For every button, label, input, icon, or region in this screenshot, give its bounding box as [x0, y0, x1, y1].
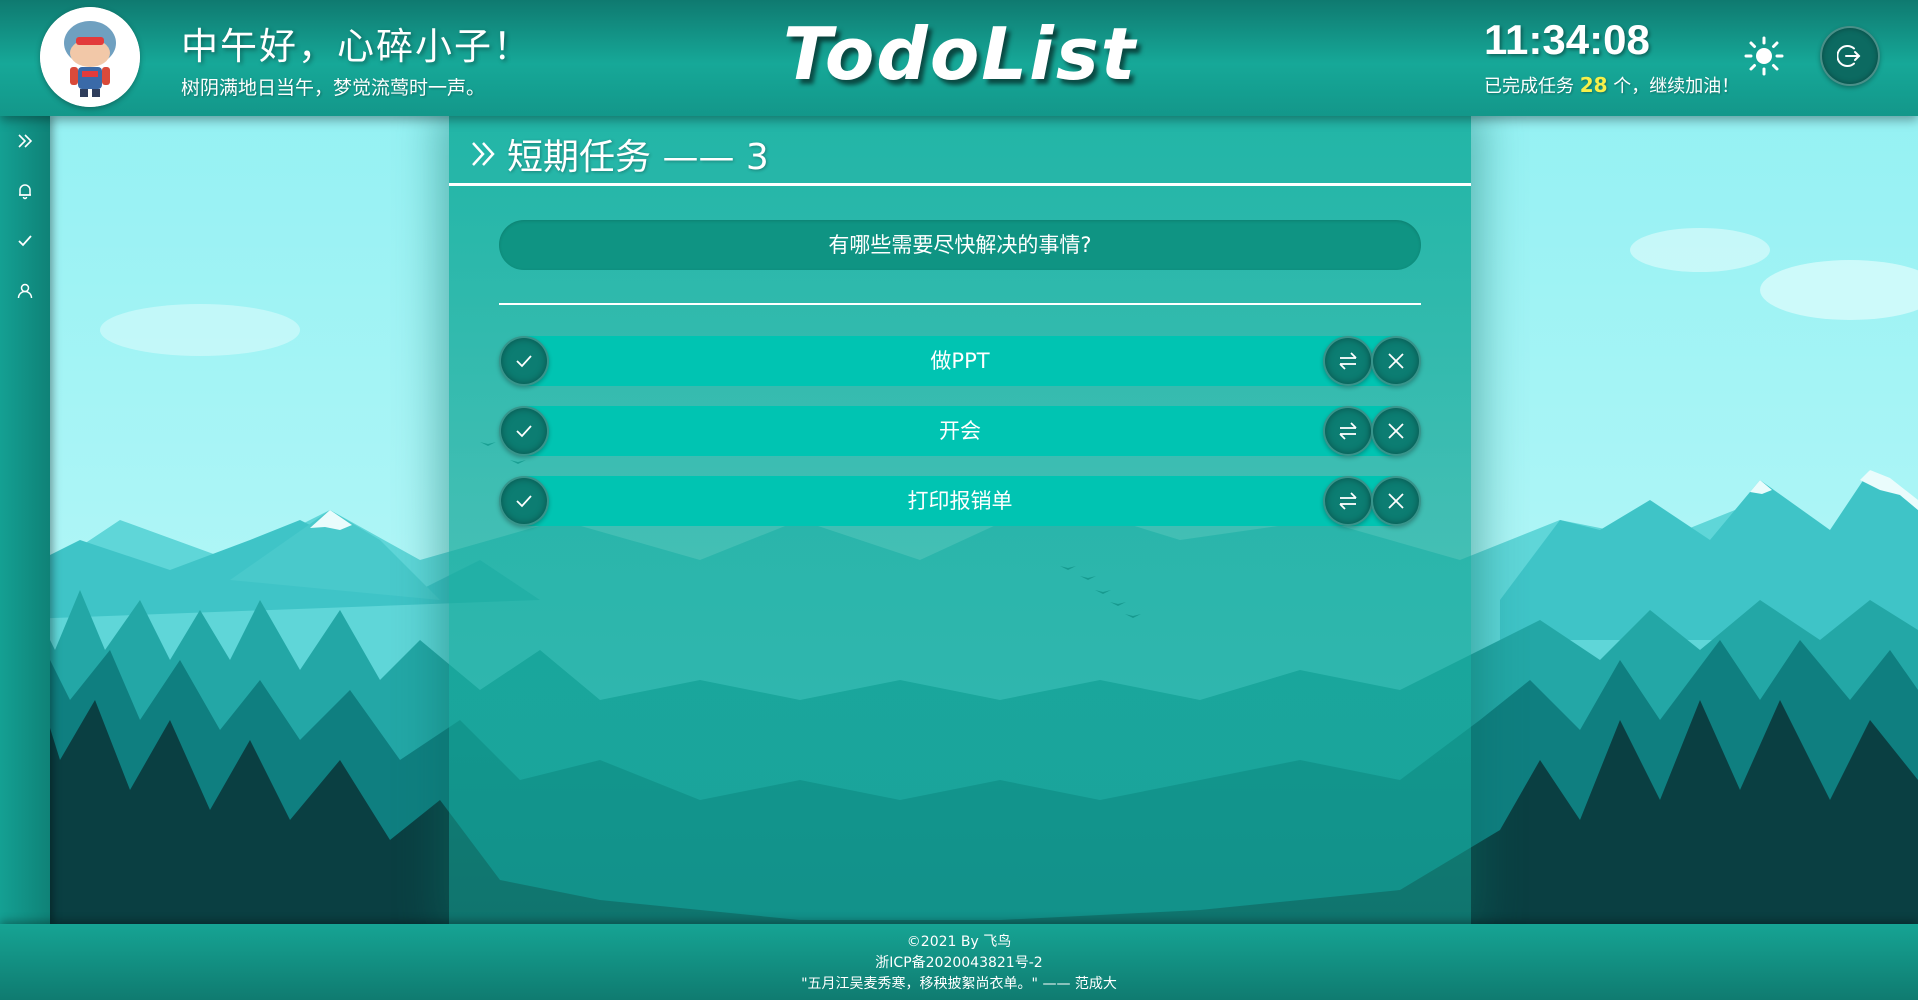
sidebar-item-expand[interactable]	[0, 121, 50, 161]
check-icon	[516, 425, 532, 438]
logout-button[interactable]	[1820, 26, 1880, 86]
task-item: 打印报销单	[499, 476, 1421, 526]
close-icon	[1388, 493, 1404, 509]
copyright-text: ©2021 By 飞鸟	[906, 934, 1012, 950]
user-icon	[17, 283, 33, 299]
delete-task-button[interactable]	[1371, 336, 1421, 386]
move-task-button[interactable]	[1323, 476, 1373, 526]
close-icon	[1388, 423, 1404, 439]
completed-suffix: 个，继续加油！	[1607, 76, 1740, 97]
completed-count: 28	[1579, 73, 1608, 97]
bell-icon	[19, 184, 31, 200]
completed-summary: 已完成任务 28 个，继续加油！	[1484, 72, 1739, 98]
task-text[interactable]: 开会	[499, 406, 1421, 456]
check-icon	[18, 235, 32, 247]
title-divider	[449, 183, 1471, 186]
complete-task-button[interactable]	[499, 476, 549, 526]
move-task-button[interactable]	[1323, 336, 1373, 386]
task-item: 做PPT	[499, 336, 1421, 386]
task-text[interactable]: 打印报销单	[499, 476, 1421, 526]
task-input-wrapper	[499, 220, 1421, 270]
avatar[interactable]	[40, 7, 140, 107]
logout-icon	[1837, 45, 1861, 67]
app-logo: TodoList	[783, 12, 1138, 96]
delete-task-button[interactable]	[1371, 406, 1421, 456]
sidebar-item-profile[interactable]	[0, 271, 50, 311]
clock: 11:34:08	[1484, 16, 1650, 63]
task-input[interactable]	[499, 220, 1421, 270]
theme-toggle-button[interactable]	[1744, 36, 1784, 76]
footer: ©2021 By 飞鸟 浙ICP备2020043821号-2 "五月江吴麦秀寒，…	[0, 924, 1918, 1000]
sun-icon	[1744, 36, 1784, 76]
double-chevron-right-icon	[472, 142, 495, 166]
delete-task-button[interactable]	[1371, 476, 1421, 526]
footer-quote: "五月江吴麦秀寒，移秧披絮尚衣单。" —— 范成大	[801, 976, 1117, 992]
short-term-task-panel: 短期任务 —— 3 做PPT 开会	[449, 116, 1471, 924]
swap-arrows-icon	[1339, 492, 1357, 510]
app-header: 中午好，心碎小子！ 树阴满地日当午，梦觉流莺时一声。 TodoList 11:3…	[0, 0, 1918, 116]
sidebar-item-completed[interactable]	[0, 221, 50, 261]
check-icon	[516, 495, 532, 508]
complete-task-button[interactable]	[499, 406, 549, 456]
check-icon	[516, 355, 532, 368]
avatar-icon	[40, 7, 140, 107]
panel-title-text: 短期任务 —— 3	[507, 137, 769, 178]
sidebar-item-reminders[interactable]	[0, 171, 50, 211]
swap-arrows-icon	[1339, 352, 1357, 370]
double-chevron-right-icon	[18, 134, 33, 148]
input-divider	[499, 303, 1421, 305]
task-list: 做PPT 开会 打印报销单	[499, 336, 1421, 546]
task-text[interactable]: 做PPT	[499, 336, 1421, 386]
completed-prefix: 已完成任务	[1484, 76, 1580, 97]
poem-text: 树阴满地日当午，梦觉流莺时一声。	[181, 77, 486, 99]
sidebar	[0, 116, 50, 924]
greeting-text: 中午好，心碎小子！	[181, 25, 532, 68]
complete-task-button[interactable]	[499, 336, 549, 386]
task-item: 开会	[499, 406, 1421, 456]
close-icon	[1388, 353, 1404, 369]
move-task-button[interactable]	[1323, 406, 1373, 456]
icp-link[interactable]: 浙ICP备2020043821号-2	[0, 953, 1918, 974]
panel-title: 短期任务 —— 3	[469, 128, 769, 180]
swap-arrows-icon	[1339, 422, 1357, 440]
